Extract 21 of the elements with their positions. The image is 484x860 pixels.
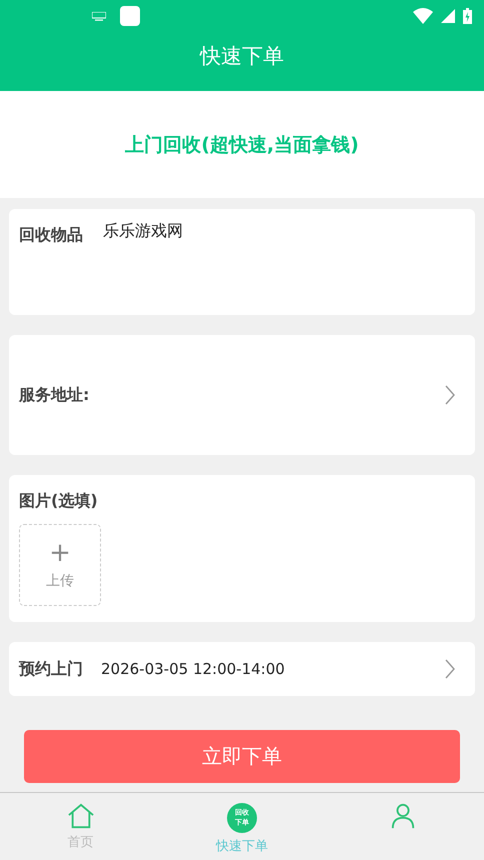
- app-icon: [120, 6, 140, 26]
- keyboard-icon: [92, 12, 106, 20]
- battery-icon: [463, 8, 472, 24]
- upload-button[interactable]: + 上传: [19, 524, 101, 606]
- banner-title: 上门回收(超快速,当面拿钱): [125, 132, 359, 158]
- appointment-time: 2026-03-05 12:00-14:00: [101, 660, 285, 678]
- field-label: 服务地址:: [19, 384, 90, 406]
- appointment-card[interactable]: 预约上门 2026-03-05 12:00-14:00: [9, 642, 475, 696]
- field-label: 回收物品: [19, 225, 83, 246]
- field-label: 预约上门: [19, 658, 83, 680]
- submit-button[interactable]: 立即下单: [24, 730, 460, 783]
- signal-icon: [441, 9, 455, 23]
- home-icon: [66, 803, 95, 829]
- address-card[interactable]: 服务地址:: [9, 335, 475, 455]
- item-value[interactable]: 乐乐游戏网: [103, 221, 183, 242]
- person-icon: [390, 803, 416, 829]
- page-title: 快速下单: [200, 43, 284, 70]
- field-label: 图片(选填): [19, 491, 98, 512]
- wifi-icon: [413, 8, 433, 24]
- chevron-icon: [445, 385, 455, 405]
- chevron-icon: [445, 659, 455, 679]
